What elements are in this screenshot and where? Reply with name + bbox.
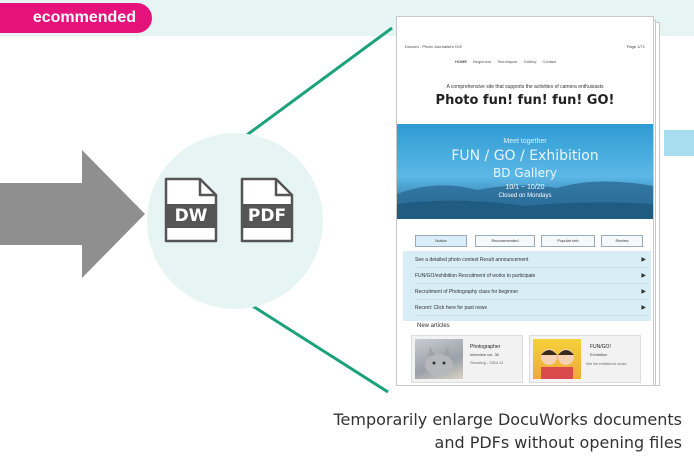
caption-line-2: and PDFs without opening files <box>434 433 682 452</box>
preview-list-item: FUN/GO/exhibition Recruitment of works t… <box>415 269 649 284</box>
card-sub: Interview vol. 36 <box>470 352 499 357</box>
chevron-right-icon: ▶ <box>641 289 646 295</box>
side-tab <box>664 130 694 156</box>
preview-list-item: Recruitment of Photography class for beg… <box>415 285 649 300</box>
card-meta: See the exhibition's works <box>586 362 627 366</box>
banner-title: FUN / GO / Exhibition <box>451 148 599 164</box>
preview-nav-item: Techniques <box>497 59 518 64</box>
preview-nav: HOME Beginners Techniques Gallery Contac… <box>455 57 605 67</box>
preview-tab: Popular info <box>541 235 595 247</box>
preview-list-panel: See a detailed photo contest Result anno… <box>403 251 651 321</box>
preview-nav-item: HOME <box>455 59 467 64</box>
article-card: FUN/GO! Exhibition See the exhibition's … <box>529 335 641 383</box>
list-item-text: FUN/GO/exhibition Recruitment of works t… <box>415 273 536 279</box>
preview-nav-item: Gallery <box>523 59 537 64</box>
card-title: Photographer <box>470 344 501 350</box>
preview-nav-item: Contact <box>542 59 557 64</box>
banner-small: Meet together <box>503 138 547 145</box>
preview-banner: Meet together FUN / GO / Exhibition BD G… <box>397 124 653 219</box>
banner-sub: BD Gallery <box>492 166 558 180</box>
dw-label: DW <box>166 204 216 228</box>
preview-nav-item: Beginners <box>473 59 492 64</box>
cat-icon <box>425 347 453 376</box>
banner-note: Closed on Mondays <box>498 193 552 199</box>
pdf-file-icon[interactable]: PDF <box>240 177 294 243</box>
banner-date: 10/1 ~ 10/20 <box>505 184 545 191</box>
preview-header-left: Docuen - Photo Journalist's GO! <box>405 44 463 49</box>
preview-header-right: Page 1/71 <box>626 44 645 49</box>
docuworks-file-icon[interactable]: DW <box>164 177 218 243</box>
preview-list-item: See a detailed photo contest Result anno… <box>415 253 649 268</box>
chevron-right-icon: ▶ <box>641 273 646 279</box>
article-card: Photographer Interview vol. 36 Shooting … <box>411 335 523 383</box>
card-sub: Exhibition <box>590 352 608 357</box>
list-item-text: Recent: Click here for past news <box>415 305 487 311</box>
new-articles-label: New articles <box>417 323 450 329</box>
chevron-right-icon: ▶ <box>641 305 646 311</box>
preview-list-item: Recent: Click here for past news ▶ <box>415 301 649 316</box>
chevron-right-icon: ▶ <box>641 257 646 263</box>
children-icon <box>541 349 574 379</box>
pdf-label: PDF <box>242 204 292 228</box>
caption-line-1: Temporarily enlarge DocuWorks documents <box>333 410 683 429</box>
preview-tab: Recommended <box>475 235 535 247</box>
document-preview[interactable]: Docuen - Photo Journalist's GO! Page 1/7… <box>396 16 654 386</box>
kids-photo <box>533 339 581 379</box>
preview-site-title: Photo fun! fun! fun! GO! <box>435 93 615 108</box>
caption: Temporarily enlarge DocuWorks documents … <box>262 408 683 454</box>
card-title: FUN/GO! <box>590 344 611 350</box>
preview-tab: Notice <box>415 235 467 247</box>
list-item-text: Recruitment of Photography class for beg… <box>415 289 519 295</box>
card-meta: Shooting - 2014.11 <box>470 360 504 365</box>
cat-photo <box>415 339 463 379</box>
preview-tab: Review <box>601 235 643 247</box>
preview-tagline: A comprehensive site that supports the a… <box>446 84 604 90</box>
list-item-text: See a detailed photo contest Result anno… <box>415 257 529 263</box>
